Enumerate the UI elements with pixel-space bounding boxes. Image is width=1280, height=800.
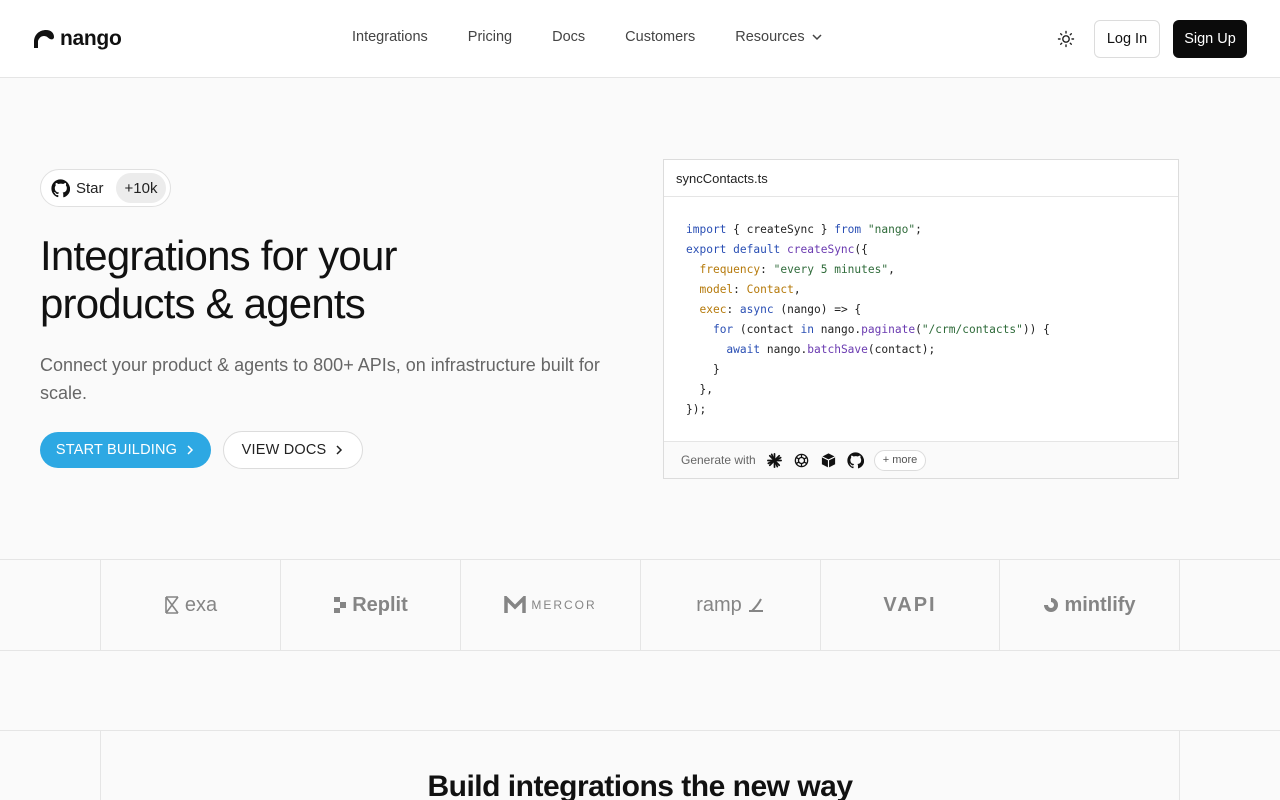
github-icon[interactable] [847,451,864,469]
sun-icon [1057,30,1075,48]
nav-docs[interactable]: Docs [552,29,585,45]
hero-subtitle: Connect your product & agents to 800+ AP… [40,355,600,403]
nav-integrations[interactable]: Integrations [352,29,428,45]
start-building-button[interactable]: START BUILDING [40,432,211,468]
section-title: Build integrations the new way [427,770,853,800]
customer-name: exa [184,593,218,616]
customer-name: MERCOR [531,598,597,612]
exa-logo-icon [165,596,179,614]
cube-icon[interactable] [820,452,837,469]
start-building-label: START BUILDING [55,442,178,458]
customer-logos-strip: exa Replit MERCOR ramp VAPI mintlify [0,559,1280,651]
mintlify-logo-icon [1044,598,1059,612]
openai-icon[interactable] [793,452,810,469]
hero-title-line-2: products & agents [40,280,366,327]
customer-logo-mintlify: mintlify [999,560,1180,650]
hero-title-line-1: Integrations for your [40,232,398,279]
nav-resources-label: Resources [735,29,805,45]
customer-name: mintlify [1064,593,1136,616]
chevron-right-icon [336,445,343,455]
customer-name: Replit [352,593,408,616]
theme-toggle[interactable] [1054,27,1078,51]
code-footer: Generate with + more [664,441,1178,478]
signup-button[interactable]: Sign Up [1173,20,1247,58]
more-generators-button[interactable]: + more [873,449,927,471]
star-label: Star [76,179,104,197]
hero-title: Integrations for your products & agents [40,232,600,328]
main-nav: Integrations Pricing Docs Customers Reso… [352,29,823,45]
generate-label: Generate with [681,453,756,467]
github-icon [51,178,70,197]
nav-pricing[interactable]: Pricing [468,29,512,45]
site-header: nango Integrations Pricing Docs Customer… [0,0,1280,78]
claude-icon[interactable] [766,452,783,469]
ramp-logo-icon [748,598,763,612]
code-file-tab[interactable]: syncContacts.ts [664,160,1178,197]
view-docs-button[interactable]: VIEW DOCS [223,431,363,469]
brand-name: nango [60,27,122,50]
star-count-badge: +10k [115,173,167,203]
customer-logo-mercor: MERCOR [460,560,640,650]
brand-logo[interactable]: nango [32,26,122,52]
nav-resources[interactable]: Resources [735,29,822,45]
mercor-logo-icon [504,596,527,613]
code-filename: syncContacts.ts [676,170,768,186]
code-block: import { createSync } from "nango"; expo… [686,223,1050,416]
chevron-right-icon [187,445,194,455]
customer-logo-replit: Replit [280,560,460,650]
replit-logo-icon [334,597,347,613]
customer-name: VAPI [883,593,937,616]
customer-name: ramp [696,593,742,616]
nango-logo-icon [34,30,54,48]
github-star-button[interactable]: Star +10k [40,169,172,207]
login-button[interactable]: Log In [1094,20,1160,58]
code-example-card: syncContacts.ts import { createSync } fr… [663,159,1179,479]
view-docs-label: VIEW DOCS [241,442,327,458]
customer-logo-vapi: VAPI [820,560,999,650]
customer-logo-exa: exa [100,560,280,650]
nav-customers[interactable]: Customers [625,29,695,45]
customer-logo-ramp: ramp [640,560,820,650]
chevron-down-icon [812,34,822,41]
